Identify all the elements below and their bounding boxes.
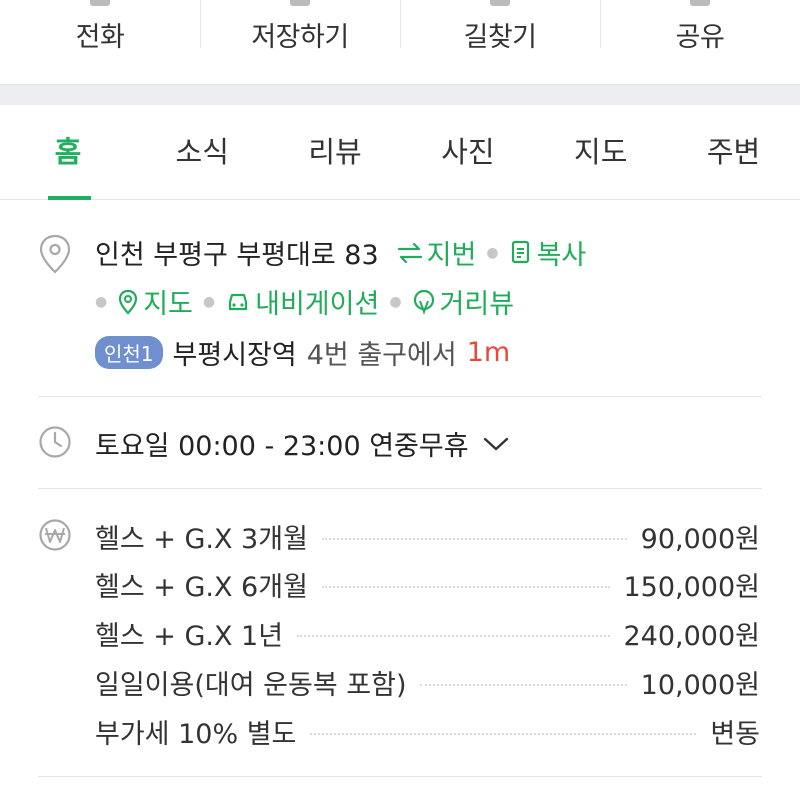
section-gap xyxy=(0,84,800,105)
separator-dot: ● xyxy=(95,293,108,310)
exit-text: 4번 출구에서 xyxy=(306,340,457,371)
bookmark-icon xyxy=(290,0,310,6)
phone-icon xyxy=(90,0,110,6)
tab-nearby[interactable]: 주변 xyxy=(667,104,800,199)
dotted-leader xyxy=(297,635,610,637)
hours-toggle[interactable]: 토요일 00:00 - 23:00 연중무휴 xyxy=(95,424,509,463)
price-item-value: 240,000원 xyxy=(623,620,761,652)
hours-text: 토요일 00:00 - 23:00 연중무휴 xyxy=(95,431,469,462)
streetview-link[interactable]: 거리뷰 xyxy=(412,282,515,321)
address-text: 인천 부평구 부평대로 83 xyxy=(95,240,379,271)
separator-dot: ● xyxy=(486,244,499,261)
share-button[interactable]: 공유 xyxy=(600,0,800,84)
address-line: 인천 부평구 부평대로 83 지번 ● 복사 xyxy=(95,233,586,272)
price-row: 헬스 + G.X 3개월 90,000원 xyxy=(95,518,760,555)
address-links: ● 지도 ● 내비게이션 ● 거리뷰 xyxy=(95,282,514,321)
car-icon xyxy=(229,293,248,310)
price-item-name: 헬스 + G.X 3개월 xyxy=(95,523,308,555)
map-pin-icon xyxy=(119,289,138,315)
price-item-name: 부가세 10% 별도 xyxy=(95,718,297,750)
price-row: 일일이용(대여 운동복 포함) 10,000원 xyxy=(95,664,760,701)
action-bar: 전화 저장하기 길찾기 공유 xyxy=(0,0,800,84)
copy-icon xyxy=(511,240,529,263)
subway-info: 인천1 부평시장역 4번 출구에서 1m xyxy=(95,333,510,372)
jibun-label: 지번 xyxy=(426,240,477,271)
tab-news[interactable]: 소식 xyxy=(136,104,269,199)
dotted-leader xyxy=(321,586,610,588)
price-item-name: 헬스 + G.X 6개월 xyxy=(95,571,308,603)
share-label: 공유 xyxy=(675,22,725,53)
streetview-icon xyxy=(413,289,434,315)
directions-button[interactable]: 길찾기 xyxy=(400,0,600,84)
directions-label: 길찾기 xyxy=(463,22,537,53)
call-button[interactable]: 전화 xyxy=(0,0,200,84)
jibun-toggle[interactable]: 지번 xyxy=(397,233,477,272)
save-button[interactable]: 저장하기 xyxy=(200,0,400,84)
won-currency-icon xyxy=(39,519,71,551)
price-item-value: 10,000원 xyxy=(640,669,760,701)
dotted-leader xyxy=(420,684,627,686)
share-icon xyxy=(690,0,710,6)
chevron-down-icon xyxy=(483,437,508,450)
tab-reviews[interactable]: 리뷰 xyxy=(269,104,402,199)
price-row: 헬스 + G.X 6개월 150,000원 xyxy=(95,566,761,603)
tab-map[interactable]: 지도 xyxy=(534,104,667,199)
copy-button[interactable]: 복사 xyxy=(509,233,587,272)
divider xyxy=(38,396,762,397)
copy-label: 복사 xyxy=(536,240,587,271)
station-name: 부평시장역 xyxy=(172,340,297,371)
distance-text: 1m xyxy=(466,337,511,368)
dotted-leader xyxy=(310,733,697,735)
location-pin-icon xyxy=(39,234,71,274)
tab-home[interactable]: 홈 xyxy=(0,104,136,200)
tab-bar: 홈 소식 리뷰 사진 지도 주변 xyxy=(0,104,800,200)
call-label: 전화 xyxy=(75,22,125,53)
divider xyxy=(38,488,762,489)
clock-icon xyxy=(39,426,71,458)
price-item-value: 150,000원 xyxy=(623,571,761,603)
separator-dot: ● xyxy=(202,293,216,310)
price-row: 헬스 + G.X 1년 240,000원 xyxy=(95,615,761,652)
streetview-label: 거리뷰 xyxy=(439,289,515,320)
separator-dot: ● xyxy=(389,293,402,310)
tab-photos[interactable]: 사진 xyxy=(401,104,534,199)
price-item-value: 변동 xyxy=(710,718,760,750)
price-item-name: 일일이용(대여 운동복 포함) xyxy=(95,669,407,701)
map-label: 지도 xyxy=(143,289,193,320)
price-item-value: 90,000원 xyxy=(640,523,760,555)
price-row: 부가세 10% 별도 변동 xyxy=(95,713,760,750)
save-label: 저장하기 xyxy=(251,22,349,53)
subway-line-badge: 인천1 xyxy=(95,336,163,369)
dotted-leader xyxy=(321,538,627,540)
directions-icon xyxy=(490,0,510,6)
navigation-label: 내비게이션 xyxy=(255,289,380,320)
divider xyxy=(38,776,762,777)
navigation-link[interactable]: 내비게이션 xyxy=(225,282,379,321)
price-item-name: 헬스 + G.X 1년 xyxy=(95,620,284,652)
swap-icon xyxy=(397,242,422,263)
map-link[interactable]: 지도 xyxy=(117,282,193,321)
